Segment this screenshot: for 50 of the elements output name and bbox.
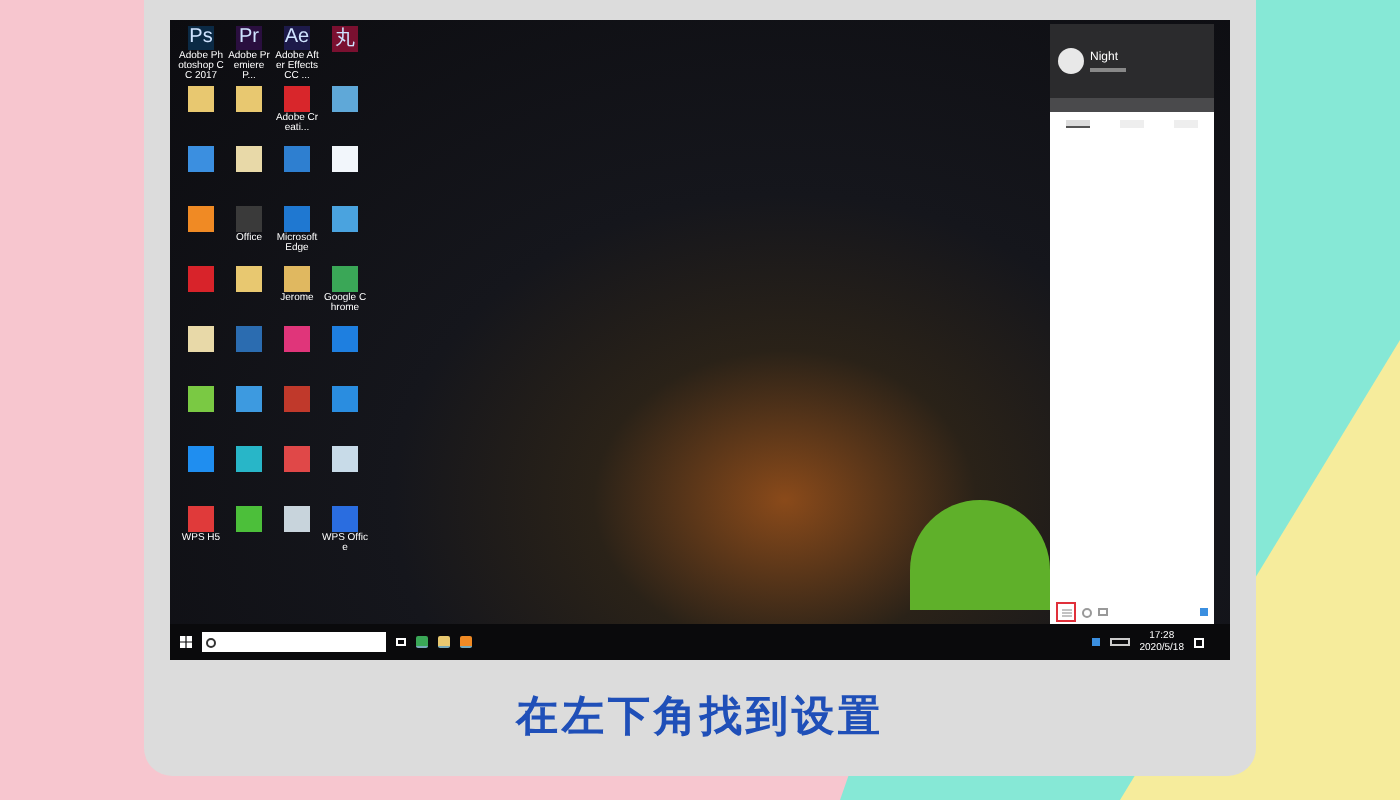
app-icon[interactable] [236, 206, 262, 232]
cortana-icon [206, 637, 216, 647]
search-field[interactable] [1050, 98, 1214, 112]
app-icon[interactable] [188, 146, 214, 172]
app-icon[interactable] [236, 86, 262, 112]
app-icon[interactable] [188, 386, 214, 412]
app-icon[interactable] [188, 326, 214, 352]
app-icon[interactable]: 丸 [332, 26, 358, 52]
app-icon[interactable] [236, 506, 262, 532]
app-icon[interactable] [188, 206, 214, 232]
app-icon[interactable] [236, 266, 262, 292]
app-icon[interactable] [236, 446, 262, 472]
notification-icon[interactable] [1194, 637, 1204, 647]
signature-line [1090, 67, 1126, 71]
app-icon[interactable] [284, 446, 310, 472]
app-icon[interactable] [332, 326, 358, 352]
app-icon[interactable] [332, 446, 358, 472]
app-icon[interactable] [188, 266, 214, 292]
app-icon[interactable] [188, 506, 214, 532]
app-icon[interactable] [284, 86, 310, 112]
windows-start-icon[interactable] [180, 636, 192, 648]
app-icon[interactable] [188, 86, 214, 112]
tray-icon[interactable] [1109, 638, 1130, 646]
app-icon[interactable] [332, 506, 358, 532]
caption-text: 在左下角找到设置 [516, 692, 884, 745]
app-icon[interactable] [1200, 608, 1208, 616]
app-icon[interactable] [332, 86, 358, 112]
app-icon[interactable]: Ps [188, 26, 214, 50]
app-icon[interactable] [284, 506, 310, 532]
app-icon[interactable] [188, 446, 214, 472]
task-view-icon[interactable] [396, 638, 406, 646]
app-icon[interactable]: Ae [284, 26, 310, 50]
app-icon[interactable] [284, 146, 310, 172]
app-icon[interactable] [332, 386, 358, 412]
app-icon[interactable] [236, 146, 262, 172]
tray-app-icon[interactable] [1091, 638, 1100, 646]
settings-menu-icon[interactable] [1056, 602, 1076, 622]
app-icon[interactable] [332, 266, 358, 292]
app-icon[interactable] [284, 326, 310, 352]
panel-tab[interactable] [1065, 120, 1090, 128]
app-icon[interactable] [236, 386, 262, 412]
app-icon[interactable] [284, 206, 310, 232]
app-icon[interactable] [284, 386, 310, 412]
app-icon[interactable] [236, 326, 262, 352]
app-icon[interactable] [284, 266, 310, 292]
taskbar-search-field[interactable] [202, 632, 386, 652]
avatar-icon[interactable] [1058, 48, 1084, 74]
app-icon[interactable] [332, 206, 358, 232]
app-icon[interactable]: Pr [236, 26, 262, 50]
app-icon[interactable] [332, 146, 358, 172]
